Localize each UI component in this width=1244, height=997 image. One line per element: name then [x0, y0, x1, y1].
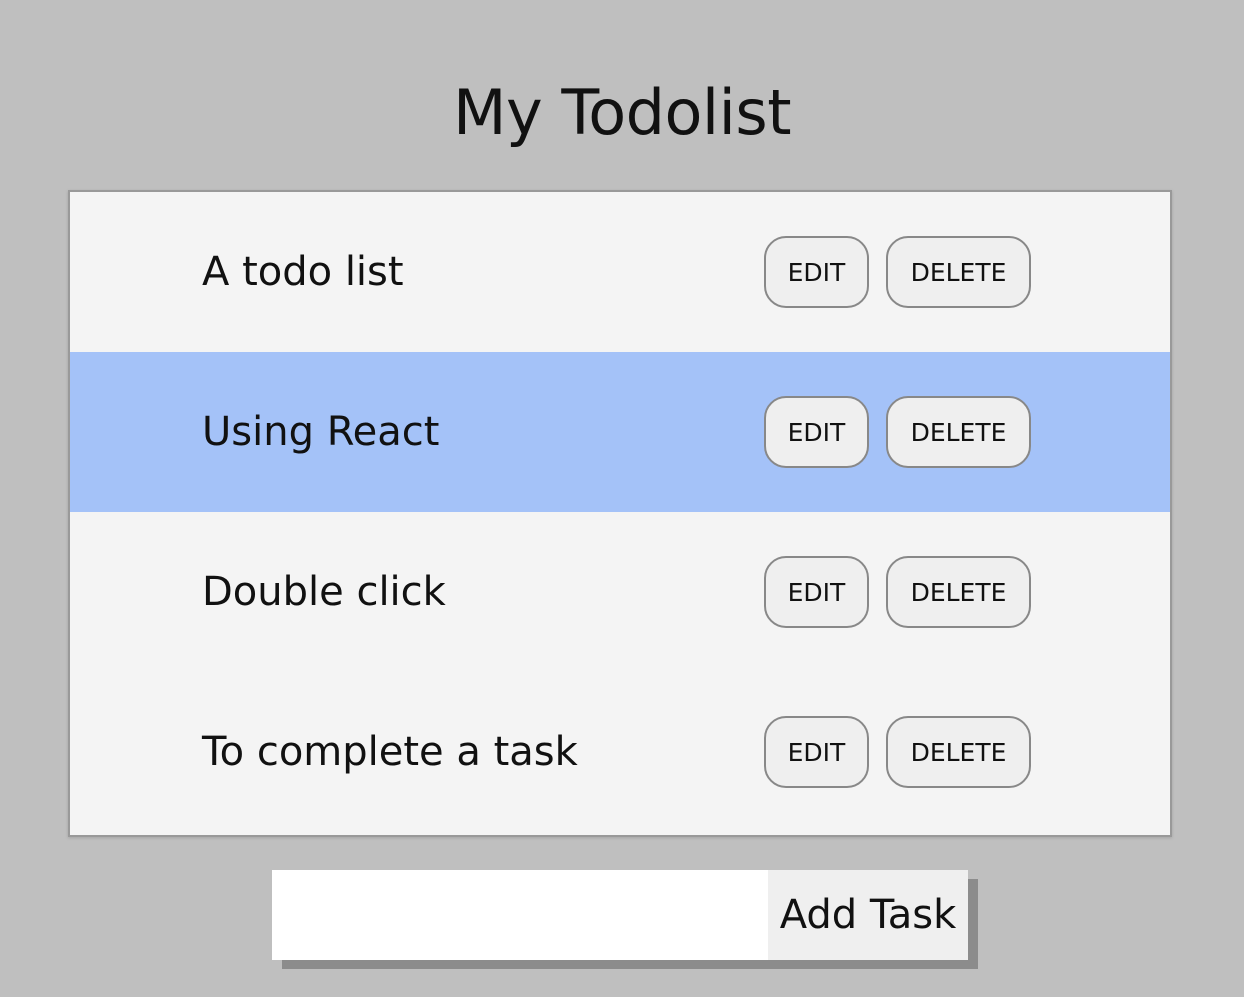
- delete-button[interactable]: DELETE: [886, 236, 1031, 308]
- todo-item-selected[interactable]: Using React EDIT DELETE: [70, 352, 1170, 512]
- todo-list: A todo list EDIT DELETE Using React EDIT…: [68, 190, 1172, 837]
- new-task-input[interactable]: [272, 870, 768, 960]
- edit-button[interactable]: EDIT: [764, 396, 869, 468]
- delete-button[interactable]: DELETE: [886, 556, 1031, 628]
- edit-button[interactable]: EDIT: [764, 556, 869, 628]
- add-task-button[interactable]: Add Task: [768, 870, 968, 960]
- page-title: My Todolist: [452, 76, 792, 149]
- todo-item[interactable]: Double click EDIT DELETE: [70, 512, 1170, 672]
- todo-item-label: A todo list: [202, 249, 404, 295]
- delete-button[interactable]: DELETE: [886, 396, 1031, 468]
- todo-item-label: Double click: [202, 569, 446, 615]
- edit-button[interactable]: EDIT: [764, 236, 869, 308]
- add-task-form: Add Task: [272, 870, 968, 960]
- todo-item-label: To complete a task: [202, 729, 578, 775]
- todo-item[interactable]: A todo list EDIT DELETE: [70, 192, 1170, 352]
- edit-button[interactable]: EDIT: [764, 716, 869, 788]
- todo-item-label: Using React: [202, 409, 440, 455]
- delete-button[interactable]: DELETE: [886, 716, 1031, 788]
- todo-item[interactable]: To complete a task EDIT DELETE: [70, 672, 1170, 832]
